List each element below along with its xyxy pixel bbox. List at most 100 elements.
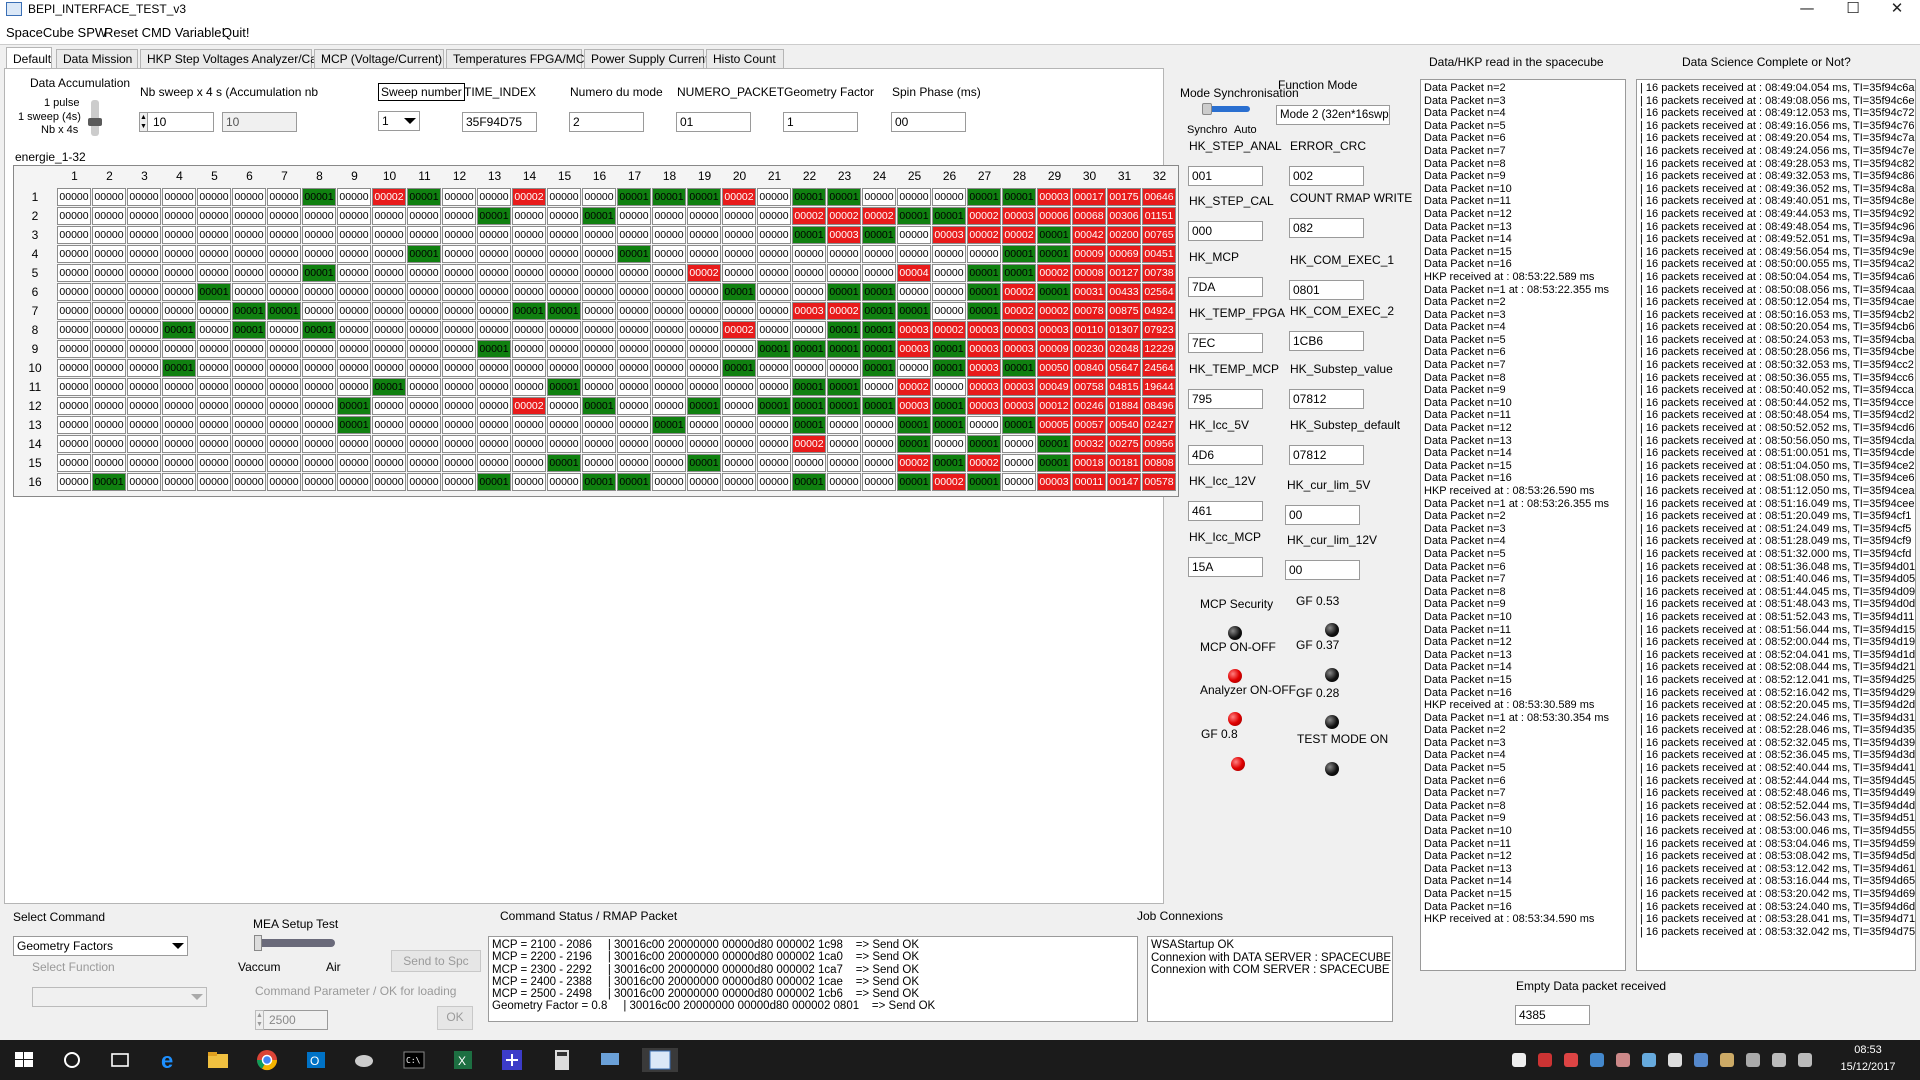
list-item: Data Packet n=13 <box>1424 862 1512 875</box>
hk-cur-lim-5v-field[interactable]: 00 <box>1285 505 1360 525</box>
select-function-dropdown[interactable] <box>32 987 207 1007</box>
tray-app-icon[interactable] <box>1538 1053 1552 1067</box>
edge-icon[interactable]: e <box>158 1048 182 1073</box>
count-rmap-field[interactable]: 082 <box>1289 218 1364 238</box>
tab-histo-count[interactable]: Histo Count <box>706 49 784 68</box>
clock-time[interactable]: 08:53 <box>1840 1044 1896 1056</box>
mea-slider-thumb[interactable] <box>254 935 262 951</box>
battery-icon[interactable] <box>1746 1053 1760 1067</box>
spin-phase-field[interactable]: 00 <box>891 112 966 132</box>
volume-icon[interactable] <box>1798 1053 1812 1067</box>
hk-icc-5v-field[interactable]: 4D6 <box>1188 445 1263 465</box>
maximize-icon[interactable]: ☐ <box>1830 0 1876 20</box>
hk-cur-lim-12v-field[interactable]: 00 <box>1285 560 1360 580</box>
numero-mode-field[interactable]: 2 <box>569 112 644 132</box>
excel-icon[interactable]: X <box>451 1048 475 1072</box>
tray-app-icon[interactable] <box>1642 1053 1656 1067</box>
hk-step-anal-field[interactable]: 001 <box>1188 166 1263 186</box>
list-item: Data Packet n=5 <box>1424 333 1506 346</box>
task-view-icon[interactable] <box>108 1048 132 1072</box>
app-plus-icon[interactable] <box>500 1048 524 1072</box>
time-index-field[interactable]: 35F94D75 <box>462 112 537 132</box>
tray-app-icon[interactable] <box>1720 1053 1734 1067</box>
list-item: | 16 packets received at : 08:49:56.054 … <box>1640 245 1915 258</box>
grid-cell: 00000 <box>407 473 441 491</box>
hk-substep-default-field[interactable]: 07812 <box>1289 445 1364 465</box>
grid-cell: 00000 <box>477 283 511 301</box>
menu-quit[interactable]: Quit! <box>222 25 249 40</box>
app-bird-icon[interactable] <box>352 1048 376 1072</box>
synchro-label: Synchro <box>1187 124 1228 136</box>
cmd-status-list[interactable]: MCP = 2100 - 2086 | 30016c00 20000000 00… <box>488 936 1138 1022</box>
tray-app-icon[interactable] <box>1564 1053 1578 1067</box>
grid-cell: 00000 <box>757 302 791 320</box>
hk-com-exec-2-field[interactable]: 1CB6 <box>1289 331 1364 351</box>
job-connexions-list[interactable]: WSAStartup OK Connexion with DATA SERVER … <box>1147 936 1393 1022</box>
tab-mcp[interactable]: MCP (Voltage/Current) <box>314 49 444 68</box>
tab-hkp-step-voltages[interactable]: HKP Step Voltages Analyzer/Cal <box>140 49 320 68</box>
hk-substep-value-field[interactable]: 07812 <box>1289 389 1364 409</box>
windows-start-icon[interactable] <box>12 1048 36 1072</box>
select-command-dropdown[interactable]: Geometry Factors <box>13 936 188 956</box>
tab-power-supply[interactable]: Power Supply Current <box>584 49 708 68</box>
tab-default[interactable]: Default <box>6 47 52 69</box>
send-to-spc-button[interactable]: Send to Spc <box>391 950 481 972</box>
grid-cell: 00000 <box>92 302 126 320</box>
function-mode-field[interactable]: Mode 2 (32en*16swp) <box>1276 105 1390 125</box>
hk-com-exec-1-field[interactable]: 0801 <box>1289 280 1364 300</box>
hk-icc-12v-field[interactable]: 461 <box>1188 501 1263 521</box>
tab-data-mission[interactable]: Data Mission <box>56 49 138 68</box>
list-item: | 16 packets received at : 08:53:32.042 … <box>1640 925 1916 938</box>
menu-reset-cmd[interactable]: Reset CMD Variable! <box>104 25 225 40</box>
cmd-param-spinner[interactable]: ▲ ▼ <box>255 1010 264 1030</box>
grid-cell: 00000 <box>57 454 91 472</box>
mode-sync-slider-thumb[interactable] <box>1202 103 1212 115</box>
grid-cell: 00001 <box>1037 245 1071 263</box>
hk-step-cal-field[interactable]: 000 <box>1188 221 1263 241</box>
hk-temp-mcp-field[interactable]: 795 <box>1188 389 1263 409</box>
grid-cell: 00000 <box>827 435 861 453</box>
network-app-icon[interactable] <box>598 1048 622 1072</box>
error-crc-field[interactable]: 002 <box>1289 166 1364 186</box>
minimize-icon[interactable]: — <box>1784 0 1830 20</box>
grid-cell: 00000 <box>722 435 756 453</box>
cmd-param-field[interactable]: 2500 <box>258 1010 328 1030</box>
sweep-number-select[interactable]: 1 <box>378 111 420 131</box>
science-list[interactable]: | 16 packets received at : 08:49:04.054 … <box>1636 79 1916 971</box>
hk-icc-mcp-field[interactable]: 15A <box>1188 557 1263 577</box>
nb-sweep-spinner[interactable]: ▲ ▼ <box>139 112 148 132</box>
tray-app-icon[interactable] <box>1694 1053 1708 1067</box>
network-icon[interactable] <box>1772 1053 1786 1067</box>
menu-spacecube-spw[interactable]: SpaceCube SPW <box>6 25 107 40</box>
tray-app-icon[interactable] <box>1590 1053 1604 1067</box>
grid-cell: 00275 <box>1107 435 1141 453</box>
calculator-icon[interactable] <box>550 1048 574 1072</box>
tray-app-icon[interactable] <box>1616 1053 1630 1067</box>
hk-mcp-field[interactable]: 7DA <box>1188 277 1263 297</box>
mea-slider-track[interactable] <box>255 939 335 947</box>
accumulation-slider-thumb[interactable] <box>88 118 102 126</box>
list-item: MCP = 2200 - 2196 | 30016c00 20000000 00… <box>492 951 920 964</box>
close-icon[interactable]: ✕ <box>1874 0 1920 20</box>
outlook-icon[interactable]: O <box>304 1048 328 1072</box>
clock-date[interactable]: 15/12/2017 <box>1840 1061 1896 1073</box>
hk-temp-fpga-field[interactable]: 7EC <box>1188 333 1263 353</box>
onedrive-icon[interactable] <box>1668 1053 1682 1067</box>
empty-packet-field[interactable]: 4385 <box>1515 1005 1590 1025</box>
ok-button[interactable]: OK <box>437 1006 473 1030</box>
grid-cell: 00646 <box>1142 188 1176 206</box>
numero-packet-field[interactable]: 01 <box>676 112 751 132</box>
search-icon[interactable] <box>60 1048 84 1072</box>
nb-sweep-input[interactable]: 10 <box>142 112 214 132</box>
shield-icon[interactable] <box>1512 1053 1526 1067</box>
grid-cell: 00000 <box>617 226 651 244</box>
chrome-icon[interactable] <box>255 1048 279 1072</box>
hkp-list[interactable]: Data Packet n=2 Data Packet n=3 Data Packe… <box>1420 79 1626 971</box>
tab-temperatures[interactable]: Temperatures FPGA/MCP <box>446 49 592 68</box>
grid-cell: 00049 <box>1037 378 1071 396</box>
terminal-icon[interactable]: C:\ <box>402 1048 426 1072</box>
file-explorer-icon[interactable] <box>206 1048 230 1072</box>
hk-com-exec-1-label: HK_COM_EXEC_1 <box>1290 253 1395 267</box>
bepi-app-taskbar-button[interactable] <box>642 1048 678 1072</box>
geometry-factor-field[interactable]: 1 <box>783 112 858 132</box>
